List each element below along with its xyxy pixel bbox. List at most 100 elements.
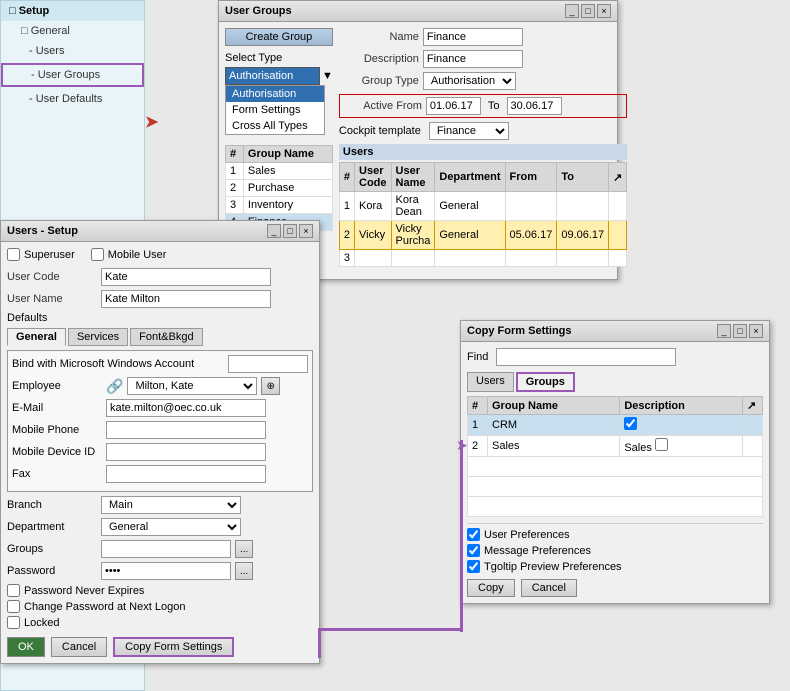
cfs-col-name: Group Name [488, 397, 620, 415]
table-row[interactable]: 2 Vicky Vicky Purcha General 05.06.17 09… [339, 221, 626, 250]
sidebar-item-general[interactable]: □ General [1, 21, 144, 41]
message-prefs-checkbox[interactable] [467, 544, 480, 557]
crm-checkbox[interactable] [624, 417, 637, 430]
select-type-dropdown[interactable]: Authorisation Form Settings Cross All Ty… [225, 85, 325, 135]
locked-checkbox[interactable] [7, 616, 20, 629]
user-name-input[interactable] [101, 290, 271, 308]
users-col-name: User Name [391, 163, 435, 192]
cfs-copy-btn[interactable]: Copy [467, 579, 515, 597]
email-input[interactable] [106, 399, 266, 417]
us-titlebar: Users - Setup _ □ × [1, 221, 319, 242]
mobile-device-id-input[interactable] [106, 443, 266, 461]
cfs-minimize-btn[interactable]: _ [717, 324, 731, 338]
users-section-header: Users [339, 144, 627, 160]
message-prefs-label: Message Preferences [484, 545, 591, 557]
pwd-never-expires-checkbox[interactable] [7, 584, 20, 597]
user-code-label: User Code [7, 271, 97, 283]
close-btn[interactable]: × [597, 4, 611, 18]
dash-icon: - [29, 45, 33, 57]
user-prefs-checkbox[interactable] [467, 528, 480, 541]
dropdown-item-authorisation[interactable]: Authorisation [226, 86, 324, 102]
name-input[interactable] [423, 28, 523, 46]
table-row[interactable]: 1 CRM [468, 415, 763, 436]
to-label: To [488, 100, 500, 112]
table-row[interactable]: 2 Purchase [226, 180, 333, 197]
us-title: Users - Setup [7, 225, 78, 237]
users-col-code: User Code [355, 163, 392, 192]
password-input[interactable] [101, 562, 231, 580]
sidebar-setup-section: □ Setup [1, 1, 144, 21]
select-type-input[interactable] [225, 67, 320, 85]
cfs-tab-groups[interactable]: Groups [516, 372, 575, 392]
mobile-user-row: Mobile User [91, 248, 167, 261]
tab-bar: General Services Font&Bkgd [7, 328, 313, 346]
sales-checkbox[interactable] [655, 438, 668, 451]
copy-form-settings-btn[interactable]: Copy Form Settings [113, 637, 234, 657]
employee-btn[interactable]: ⊕ [261, 377, 279, 395]
fax-input[interactable] [106, 465, 266, 483]
group-type-select[interactable]: Authorisation [423, 72, 516, 90]
sidebar-item-user-groups[interactable]: - User Groups [1, 63, 144, 87]
tab-font-bkgd[interactable]: Font&Bkgd [130, 328, 202, 346]
tgoltip-prefs-label: Tgoltip Preview Preferences [484, 561, 622, 573]
description-input[interactable] [423, 50, 523, 68]
find-input[interactable] [496, 348, 676, 366]
tab-services[interactable]: Services [68, 328, 128, 346]
ug-title: User Groups [225, 5, 292, 17]
table-row[interactable]: 3 [339, 250, 626, 267]
minimize-btn[interactable]: _ [565, 4, 579, 18]
us-minimize-btn[interactable]: _ [267, 224, 281, 238]
to-input[interactable] [507, 97, 562, 115]
cfs-maximize-btn[interactable]: □ [733, 324, 747, 338]
us-close-btn[interactable]: × [299, 224, 313, 238]
sidebar-title: Setup [19, 5, 50, 17]
table-row[interactable]: 1 Kora Kora Dean General [339, 192, 626, 221]
table-row[interactable] [468, 457, 763, 477]
active-from-input[interactable] [426, 97, 481, 115]
group-type-label: Group Type [339, 75, 419, 87]
dropdown-item-form-settings[interactable]: Form Settings [226, 102, 324, 118]
tgoltip-prefs-checkbox[interactable] [467, 560, 480, 573]
dropdown-item-cross-all[interactable]: Cross All Types [226, 118, 324, 134]
bind-ms-input[interactable] [228, 355, 308, 373]
cfs-tab-users[interactable]: Users [467, 372, 514, 392]
us-maximize-btn[interactable]: □ [283, 224, 297, 238]
tab-general[interactable]: General [7, 328, 66, 346]
table-row[interactable]: 3 Inventory [226, 197, 333, 214]
maximize-btn[interactable]: □ [581, 4, 595, 18]
create-group-btn[interactable]: Create Group [225, 28, 333, 46]
sidebar-item-user-defaults[interactable]: - User Defaults [1, 89, 144, 109]
ug-titlebar: User Groups _ □ × [219, 1, 617, 22]
users-col-num: # [339, 163, 354, 192]
table-row[interactable] [468, 477, 763, 497]
cfs-window-controls: _ □ × [717, 324, 763, 338]
employee-select[interactable]: Milton, Kate [127, 377, 257, 395]
dropdown-arrow[interactable]: ▼ [322, 70, 333, 82]
groups-col-num: # [226, 146, 244, 163]
superuser-row: Superuser [7, 248, 75, 261]
user-code-input[interactable] [101, 268, 271, 286]
branch-select[interactable]: Main [101, 496, 241, 514]
cancel-btn[interactable]: Cancel [51, 637, 107, 657]
superuser-checkbox[interactable] [7, 248, 20, 261]
us-to-cfs-arrow-v2 [460, 440, 463, 632]
cfs-close-btn[interactable]: × [749, 324, 763, 338]
table-row[interactable] [468, 497, 763, 517]
change-pwd-label: Change Password at Next Logon [24, 601, 185, 613]
change-pwd-checkbox[interactable] [7, 600, 20, 613]
table-row[interactable]: 2 Sales Sales [468, 436, 763, 457]
ok-btn[interactable]: OK [7, 637, 45, 657]
sidebar-user-defaults-label: User Defaults [36, 93, 103, 105]
password-btn[interactable]: ... [235, 562, 253, 580]
cockpit-select[interactable]: Finance [429, 122, 509, 140]
groups-btn[interactable]: ... [235, 540, 253, 558]
groups-input[interactable] [101, 540, 231, 558]
cfs-titlebar: Copy Form Settings _ □ × [461, 321, 769, 342]
sidebar-item-users[interactable]: - Users [1, 41, 144, 61]
department-select[interactable]: General [101, 518, 241, 536]
mobile-user-checkbox[interactable] [91, 248, 104, 261]
mobile-phone-input[interactable] [106, 421, 266, 439]
cfs-cancel-btn[interactable]: Cancel [521, 579, 577, 597]
table-row[interactable]: 1 Sales [226, 163, 333, 180]
user-prefs-label: User Preferences [484, 529, 570, 541]
